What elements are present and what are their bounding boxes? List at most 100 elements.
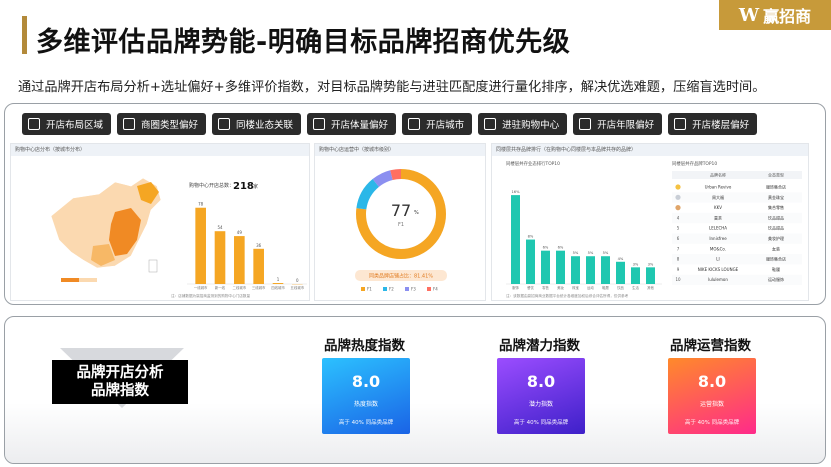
brand-type-9: 运动服饰 — [768, 276, 784, 282]
map-pin-icon — [28, 118, 40, 130]
index-section-line2: 品牌指数 — [91, 383, 149, 399]
medal-icon-2 — [675, 205, 681, 211]
potential-index-card[interactable]: 8.0 潜力指数 高于 40% 同品类品牌 — [497, 358, 585, 434]
legend-label-0: F1 — [367, 287, 372, 292]
total-value: 218 — [233, 181, 254, 192]
brand-name-8: NIKE KICKS LOUNGE — [698, 267, 739, 272]
brand-rank-7: 8 — [677, 257, 680, 262]
donut-chart-svg: 77 % F1 同类品牌店铺占比：81.41% F1 F2 F3 F4 — [355, 169, 447, 292]
rank-bar-tick-2: 零售 — [542, 285, 549, 290]
brand-name-9: lululemon — [708, 277, 728, 282]
brand-name-4: LELECHA — [709, 226, 727, 231]
ratio-note: 同类品牌店铺占比：81.41% — [369, 273, 433, 280]
operation-index-label: 运营指数 — [699, 401, 724, 408]
donut-legend: F1 F2 F3 F4 — [361, 287, 438, 292]
analysis-toolbar: 开店布局区域 商圈类型偏好 同楼业态关联 开店体量偏好 开店城市 进驻购物中心 … — [22, 113, 758, 135]
rank-bar-9 — [646, 267, 655, 284]
brand-name-2: KKV — [714, 205, 722, 210]
brand-type-1: 黄金珠宝 — [768, 194, 784, 200]
bar-value-5: 0 — [296, 278, 299, 283]
legend-swatch-3 — [427, 287, 431, 291]
total-label: 购物中心开店总数： — [189, 182, 234, 189]
legend-label-3: F4 — [433, 287, 438, 292]
operation-index-card[interactable]: 8.0 运营指数 高于 40% 同品类品牌 — [668, 358, 756, 434]
toolbar-button-mall[interactable]: 进驻购物中心 — [478, 113, 568, 135]
bar-tick-5: 五线城市 — [291, 285, 305, 290]
potential-index-foot: 高于 40% 同品类品牌 — [513, 420, 569, 426]
operating-ratio-card: 购物中心店运营中（按城市级别） 77 % F1 同类品牌店铺占比：81.41% … — [314, 143, 486, 301]
map-footnote: 注：店铺数据为赢招商监测到的购物中心门店数量 — [171, 293, 250, 298]
bar-tick-3: 三线城市 — [252, 285, 266, 290]
medal-icon-0 — [675, 184, 681, 190]
brand-rank-6: 7 — [677, 246, 680, 251]
card-header: 同楼层共存品牌排行（在购物中心同楼层与本品牌共存的品牌） — [492, 144, 808, 156]
card-header: 购物中心店运营中（按城市级别） — [315, 144, 485, 156]
rank-chart-svg: 同楼层共存业态排行TOP10 16% 服饰 8% 餐饮 6% 零售 6% 美妆 5% 珠宝 5% 运动… — [506, 160, 802, 298]
legend-swatch-1 — [383, 287, 387, 291]
brand-type-7: 服饰集合店 — [766, 256, 786, 262]
city-level-bars: 78 一线城市 54 新一线 49 二线城市 36 三线城市 1 四线城市 0 五线城市 — [194, 202, 305, 290]
bar-tick-4: 四线城市 — [271, 285, 285, 290]
legend-swatch-2 — [405, 287, 409, 291]
toolbar-label: 开店楼层偏好 — [692, 120, 750, 131]
bar-tick-2: 二线城市 — [233, 285, 247, 290]
legend-label-2: F3 — [411, 287, 416, 292]
heat-index-title: 品牌热度指数 — [324, 338, 405, 354]
rank-bar-tick-5: 运动 — [587, 285, 594, 290]
distribution-chart-svg: 购物中心开店总数： 218 家 78 一线城市 54 新一线 49 二线城市 36 三线城市 1… — [50, 177, 307, 298]
rank-bar-tick-1: 餐饮 — [527, 285, 534, 290]
coexist-rank-card: 同楼层共存品牌排行（在购物中心同楼层与本品牌共存的品牌） 同楼层共存业态排行TO… — [491, 143, 809, 301]
page-title: 多维评估品牌势能-明确目标品牌招商优先级 — [36, 27, 571, 58]
rank-bar-tick-6: 鞋履 — [602, 285, 609, 290]
rank-bar-tick-9: 其他 — [647, 285, 654, 290]
donut-center-unit: % — [414, 210, 419, 216]
brand-rank-3: 4 — [677, 215, 680, 220]
card-header: 购物中心店分布（按城市分布） — [11, 144, 309, 156]
brand-name-3: 喜茶 — [714, 214, 722, 220]
bar-tick-0: 一线城市 — [194, 285, 208, 290]
rank-bar-value-3: 6% — [558, 246, 564, 250]
heat-index-value: 8.0 — [351, 372, 381, 391]
page-subtitle: 通过品牌开店布局分析+选址偏好+多维评价指数，对目标品牌势能与进驻匹配度进行量化… — [18, 80, 766, 95]
donut-center-sub: F1 — [398, 222, 404, 228]
floor-icon — [674, 118, 687, 130]
brand-rank-8: 9 — [677, 267, 680, 272]
potential-index-title: 品牌潜力指数 — [499, 338, 580, 354]
brand-type-5: 美妆护理 — [768, 235, 784, 241]
toolbar-button-size[interactable]: 开店体量偏好 — [307, 113, 397, 135]
rank-bar-tick-7: 饮品 — [617, 285, 624, 290]
rank-bar-value-8: 3% — [633, 262, 639, 266]
toolbar-button-floor[interactable]: 开店楼层偏好 — [668, 113, 758, 135]
rank-bar-3 — [556, 250, 565, 284]
rank-bar-value-1: 8% — [528, 235, 534, 239]
toolbar-button-district[interactable]: 商圈类型偏好 — [117, 113, 207, 135]
grid-icon — [123, 118, 136, 130]
bar-value-4: 1 — [277, 277, 280, 282]
rank-bar-tick-0: 服饰 — [512, 285, 519, 290]
operation-index-value: 8.0 — [697, 372, 727, 391]
logo-mark-icon: W — [738, 4, 760, 26]
brand-name-6: MO&Co. — [710, 246, 726, 251]
toolbar-label: 开店年限偏好 — [597, 120, 655, 131]
heat-index-card[interactable]: 8.0 热度指数 高于 40% 同品类品牌 — [322, 358, 410, 434]
mall-icon — [484, 118, 497, 130]
format-rank-bars: 16% 服饰 8% 餐饮 6% 零售 6% 美妆 5% 珠宝 5% 运动 5% 鞋履 4% 饮品 3% 生活 3% 其… — [511, 190, 655, 290]
rank-bar-5 — [586, 256, 595, 284]
rank-bar-6 — [601, 256, 610, 284]
brand-rank-9: 10 — [675, 277, 681, 282]
index-section-line1: 品牌开店分析 — [76, 365, 164, 381]
toolbar-button-city[interactable]: 开店城市 — [402, 113, 473, 135]
bar-value-1: 54 — [217, 225, 223, 230]
rank-bar-2 — [541, 250, 550, 284]
toolbar-button-years[interactable]: 开店年限偏好 — [573, 113, 663, 135]
toolbar-label: 同楼业态关联 — [236, 120, 294, 131]
potential-index-label: 潜力指数 — [528, 401, 553, 408]
bar-2 — [234, 236, 245, 284]
toolbar-button-area[interactable]: 开店布局区域 — [22, 113, 112, 135]
store-distribution-card: 购物中心店分布（按城市分布） 购物中心开店总数： 218 家 78 一线城市 54 新… — [10, 143, 310, 301]
col-brand: 品牌名称 — [710, 172, 726, 178]
toolbar-button-format[interactable]: 同楼业态关联 — [212, 113, 302, 135]
rank-bar-8 — [631, 267, 640, 284]
rank-footnote: 注：该数据由赢招商商业数据平台统计各维度加权后综合评估所得，仅供参考 — [506, 293, 629, 298]
brand-type-4: 饮品甜品 — [768, 225, 784, 231]
